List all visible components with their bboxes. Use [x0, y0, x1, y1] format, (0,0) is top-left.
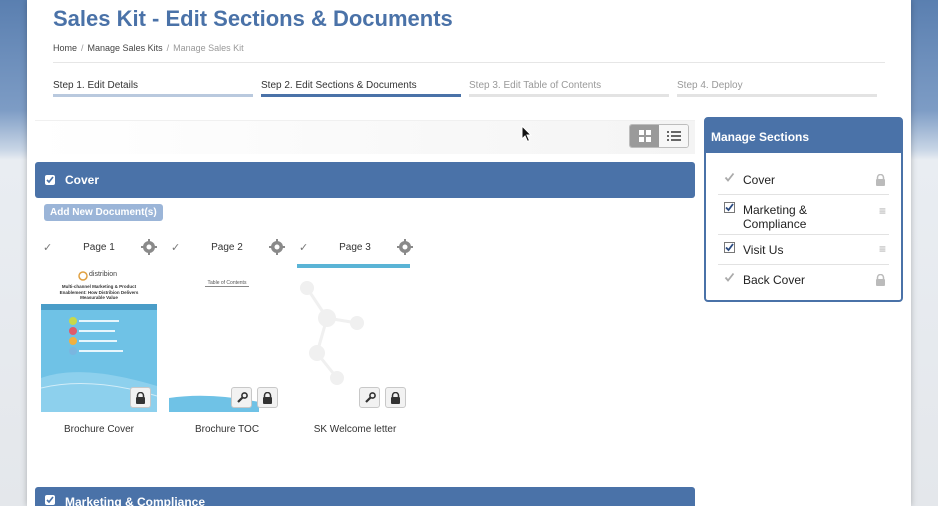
section-checkbox[interactable] [45, 175, 55, 185]
step-2-progress [261, 94, 461, 97]
step-1[interactable]: Step 1. Edit Details [53, 80, 253, 97]
manage-section-label: Visit Us [743, 243, 784, 257]
document-header: ✓ Page 3 [297, 238, 413, 258]
toc-title-text: Table of Contents [207, 280, 247, 286]
document-header: ✓ Page 1 [41, 238, 157, 258]
lock-button[interactable] [130, 387, 151, 408]
manage-sections-list: Cover Marketing & Compliance ≡ Visit Us … [706, 153, 901, 295]
wrench-icon [364, 391, 376, 403]
manage-sections-panel: Manage Sections Cover Marketing & Compli… [704, 117, 903, 302]
mouse-cursor-icon [521, 125, 533, 143]
manage-section-label: Cover [743, 173, 776, 187]
breadcrumb-current: Manage Sales Kit [173, 43, 244, 53]
drag-handle-icon[interactable]: ≡ [879, 242, 886, 256]
manage-section-item-visit-us[interactable]: Visit Us ≡ [718, 235, 889, 265]
section-checkbox[interactable] [45, 495, 55, 505]
step-3-label: Step 3. Edit Table of Contents [469, 80, 602, 91]
document-thumbnail-welcome-letter[interactable] [297, 268, 413, 412]
header-divider [53, 62, 885, 63]
step-1-progress [53, 94, 253, 97]
document-name: Brochure TOC [194, 424, 260, 435]
step-3[interactable]: Step 3. Edit Table of Contents [469, 80, 669, 97]
manage-sections-title: Manage Sections [706, 119, 901, 153]
document-card[interactable]: ✓ Page 2 Table of Contents Brochure TOC [169, 238, 285, 435]
lock-icon [263, 391, 272, 404]
check-icon [46, 176, 54, 184]
view-toolbar [35, 120, 695, 154]
brochure-logo-text: distribion [89, 271, 118, 278]
manage-section-label: Marketing & Compliance [743, 203, 808, 231]
lock-icon [136, 391, 145, 404]
manage-section-item-cover[interactable]: Cover [718, 165, 889, 195]
gear-icon[interactable] [269, 239, 285, 255]
manage-section-item-marketing-compliance[interactable]: Marketing & Compliance ≡ [718, 195, 889, 235]
document-thumbnail-brochure-toc[interactable]: Table of Contents [169, 268, 285, 412]
manage-section-label: Back Cover [743, 273, 806, 287]
document-card-selected[interactable]: ✓ Page 3 SK Welcome letter [297, 238, 413, 435]
section-bar-cover[interactable]: Cover [35, 162, 695, 198]
list-icon [666, 131, 681, 141]
document-name: Brochure Cover [63, 424, 135, 435]
document-header: ✓ Page 2 [169, 238, 285, 258]
check-icon[interactable] [724, 172, 735, 183]
document-page-label: Page 1 [83, 242, 115, 253]
step-2[interactable]: Step 2. Edit Sections & Documents [261, 80, 461, 97]
lock-icon [391, 391, 400, 404]
list-view-button[interactable] [659, 125, 688, 147]
lock-button[interactable] [385, 387, 406, 408]
document-page-label: Page 3 [339, 242, 371, 253]
breadcrumb-separator: / [166, 43, 170, 53]
grid-view-button[interactable] [630, 125, 659, 147]
gear-icon[interactable] [397, 239, 413, 255]
brochure-headline-text: Multi-channel Marketing & Product Enable… [59, 284, 139, 300]
step-4-progress [677, 94, 877, 97]
wrench-icon [236, 391, 248, 403]
check-icon [46, 496, 54, 504]
lock-icon [876, 274, 885, 286]
manage-section-item-back-cover[interactable]: Back Cover [718, 265, 889, 295]
document-thumbnail-brochure-cover[interactable]: distribion Multi-channel Marketing & Pro… [41, 268, 157, 412]
drag-handle-icon[interactable]: ≡ [879, 204, 886, 218]
checkbox-checked-icon[interactable] [724, 202, 735, 213]
breadcrumb: Home / Manage Sales Kits / Manage Sales Kit [53, 43, 244, 53]
document-name: SK Welcome letter [313, 424, 397, 435]
view-toggle [629, 124, 689, 148]
page-title: Sales Kit - Edit Sections & Documents [53, 6, 453, 31]
main-page: Sales Kit - Edit Sections & Documents Ho… [27, 0, 911, 506]
breadcrumb-separator: / [81, 43, 84, 53]
step-3-progress [469, 94, 669, 97]
wizard-steps: Step 1. Edit Details Step 2. Edit Sectio… [53, 80, 885, 100]
lock-button[interactable] [257, 387, 278, 408]
section-title: Cover [65, 173, 100, 187]
section-bar-marketing-compliance[interactable]: Marketing & Compliance [35, 487, 695, 506]
step-2-label: Step 2. Edit Sections & Documents [261, 80, 417, 91]
add-document-button[interactable]: Add New Document(s) [44, 204, 163, 221]
document-page-label: Page 2 [211, 242, 243, 253]
step-1-label: Step 1. Edit Details [53, 80, 139, 91]
checkbox-checked-icon[interactable] [724, 242, 735, 253]
wrench-button[interactable] [231, 387, 252, 408]
grid-icon [638, 130, 651, 142]
wrench-button[interactable] [359, 387, 380, 408]
step-4-label: Step 4. Deploy [677, 80, 743, 91]
breadcrumb-home[interactable]: Home [53, 43, 77, 53]
document-card[interactable]: ✓ Page 1 distribion Multi-channel Market… [41, 238, 157, 435]
section-title: Marketing & Compliance [65, 495, 206, 506]
step-4[interactable]: Step 4. Deploy [677, 80, 877, 97]
gear-icon[interactable] [141, 239, 157, 255]
breadcrumb-manage-sales-kits[interactable]: Manage Sales Kits [88, 43, 163, 53]
check-icon[interactable] [724, 272, 735, 283]
lock-icon [876, 174, 885, 186]
